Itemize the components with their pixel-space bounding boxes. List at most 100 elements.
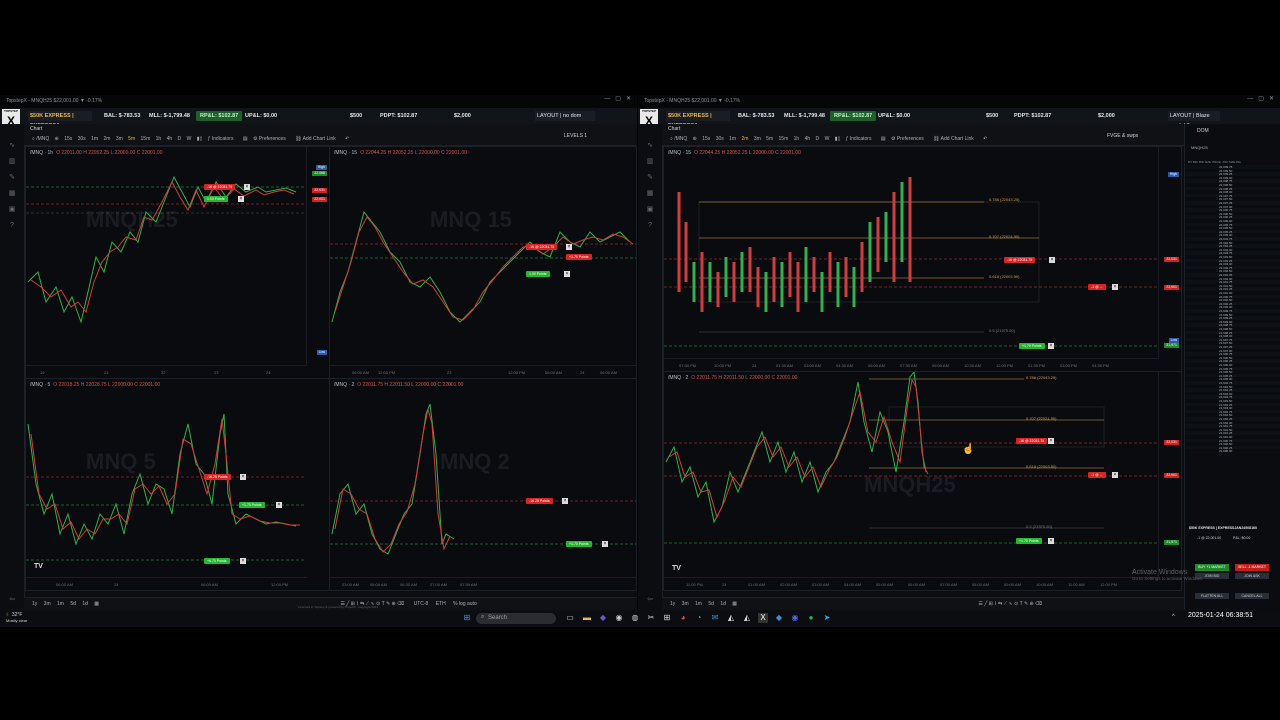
tf-3m[interactable]: 3m [754,136,761,142]
teams-icon[interactable]: ◆ [598,613,608,623]
symbol-field[interactable]: ⌕ /MNQ [32,136,49,142]
stop-order-tag[interactable]: -16 @ 22031.75 [1004,257,1036,263]
logout-icon[interactable]: ⇦ [7,596,17,604]
range-1y[interactable]: 1y [32,601,37,607]
candle-type-icon[interactable]: ▮▯ [197,136,203,142]
preferences-button[interactable]: ⚙ Preferences [253,136,290,142]
cancel-order-icon[interactable]: × [602,541,608,547]
spotify-icon[interactable]: ● [806,613,816,623]
calendar-icon[interactable]: ▦ [94,601,99,607]
pen-icon[interactable]: ✎ [645,174,655,182]
target-order-tag[interactable]: +6.70 Points [204,558,230,564]
tv-icon[interactable]: ▣ [645,206,655,214]
grid-icon[interactable]: ▦ [645,190,655,198]
range-1y[interactable]: 1y [670,601,675,607]
tf-w[interactable]: W [187,136,192,142]
undo-icon[interactable]: ↶ [345,136,349,142]
cancel-all-button[interactable]: CANCEL ALL [1235,593,1269,599]
layout-select[interactable]: LAYOUT | no dom [535,111,595,121]
preferences-button[interactable]: ⚙ Preferences [891,136,928,142]
cancel-order-icon[interactable]: × [276,502,282,508]
tf-15m[interactable]: 15m [141,136,151,142]
stop-order-tag[interactable]: -16 @ 22031.75 [204,184,236,190]
cancel-order-icon[interactable]: × [1048,538,1054,544]
cancel-order-icon[interactable]: × [240,558,246,564]
window-controls[interactable]: — ▢ ✕ [1247,95,1274,102]
tf-15s[interactable]: 15s [702,136,710,142]
tf-1h[interactable]: 1h [156,136,162,142]
timezone-label[interactable]: UTC-8 [414,601,429,607]
layout-select[interactable]: LAYOUT | Blaze model 3 [1168,111,1220,129]
account-select[interactable]: $50K EXPRESS | EXPRESSJ... [28,111,92,129]
start-icon[interactable]: ⊞ [462,613,472,623]
tf-4h[interactable]: 4h [167,136,173,142]
tf-1h[interactable]: 1h [794,136,800,142]
cancel-order-icon[interactable]: × [1049,257,1055,263]
close-position-icon[interactable]: × [1112,472,1118,478]
target-order-tag[interactable]: +1.70 Points [239,502,265,508]
stop-order-tag[interactable]: -16.25 Points [526,498,553,504]
task-view-icon[interactable]: ▭ [565,613,575,623]
chart-pane-2m-fib[interactable]: /MNQ · 2O 22011.75 H 22011.50 L 22000.00… [663,371,1182,591]
tf-w[interactable]: W [825,136,830,142]
grid-icon[interactable]: ▦ [7,190,17,198]
dom-ladder-row[interactable]: 21,990.00 [1185,449,1280,453]
cancel-order-icon[interactable]: × [562,498,568,504]
templates-icon[interactable]: ▤ [881,136,886,142]
cancel-order-icon[interactable]: × [566,244,572,250]
indicators-button[interactable]: ƒ Indicators [846,136,876,142]
candle-type-icon[interactable]: ▮▯ [835,136,841,142]
tf-30s[interactable]: 30s [716,136,724,142]
help-icon[interactable]: ? [645,222,655,230]
help-icon[interactable]: ? [7,222,17,230]
clock[interactable]: 2025-01-24 06:38:51 [1188,612,1253,619]
target-order-tag[interactable]: 1.00 Points [526,271,550,277]
app-icon[interactable]: ◍ [630,613,640,623]
tf-15s[interactable]: 15s [64,136,72,142]
target-order-tag[interactable]: +1.70 Points [566,541,592,547]
stop-order-tag[interactable]: -16.25 Points [204,474,231,480]
tf-d[interactable]: D [816,136,820,142]
tray-chevron-icon[interactable]: ^ [1172,614,1175,620]
tf-5m[interactable]: 5m [128,136,135,142]
cancel-order-icon[interactable]: × [240,474,246,480]
chart-pane-15m-fib[interactable]: /MNQ · 15 O 22044.25 H 22052.25 L 22000.0… [663,146,1182,372]
range-1d[interactable]: 1d [720,601,726,607]
target-order-tag[interactable]: 1.00 Points [204,196,228,202]
sell-tag[interactable]: +1.70 Points [566,254,592,260]
levels-select[interactable]: FVGE & swps [1107,133,1138,139]
range-3m[interactable]: 3m [682,601,689,607]
flatten-all-button[interactable]: FLATTEN ALL [1195,593,1229,599]
window-controls[interactable]: — ▢ ✕ [604,95,631,102]
app-icon[interactable]: ◭ [742,613,752,623]
percent-toggle[interactable]: % log auto [453,601,477,607]
range-1m[interactable]: 1m [57,601,64,607]
levels-select[interactable]: LEVELS 1 [564,133,587,139]
tv-icon[interactable]: ▣ [7,206,17,214]
wave-icon[interactable]: ∿ [7,142,17,150]
range-5d[interactable]: 5d [708,601,714,607]
close-position-icon[interactable]: × [1112,284,1118,290]
tf-1m[interactable]: 1m [729,136,736,142]
tf-2m[interactable]: 2m [103,136,110,142]
eth-toggle[interactable]: ETH [436,601,446,607]
pen-icon[interactable]: ✎ [7,174,17,182]
mail-icon[interactable]: ✉ [710,613,720,623]
dom-contract[interactable]: MNQH25 [1191,145,1208,150]
file-explorer-icon[interactable]: ▬ [582,613,592,623]
range-3m[interactable]: 3m [44,601,51,607]
chrome-icon[interactable]: ◕ [678,613,688,623]
edge-icon[interactable]: ◔ [694,613,704,623]
capcut-icon[interactable]: ✂ [646,613,656,623]
bars-icon[interactable]: ▥ [7,158,17,166]
position-tag[interactable]: -1 @ ... [1088,472,1106,478]
cancel-order-icon[interactable]: × [564,271,570,277]
cancel-order-icon[interactable]: × [1048,343,1054,349]
add-symbol-icon[interactable]: ⊕ [693,136,697,142]
stop-order-tag[interactable]: -16 @ 22031.75 [526,244,558,250]
search-box[interactable]: Search [476,613,556,624]
target-order-tag[interactable]: +1.70 Points [1019,343,1045,349]
add-symbol-icon[interactable]: ⊕ [55,136,59,142]
stop-order-tag[interactable]: -16 @ 22031.75 [1016,438,1048,444]
app-icon[interactable]: ◆ [774,613,784,623]
